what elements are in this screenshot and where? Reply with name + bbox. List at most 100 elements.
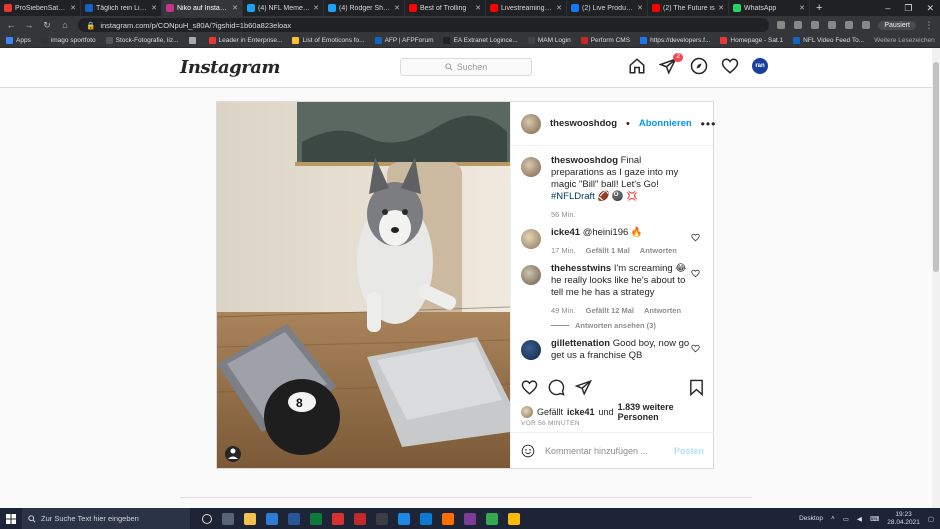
- tab-close-icon[interactable]: ✕: [394, 4, 400, 12]
- start-button[interactable]: [0, 508, 22, 529]
- browser-tab[interactable]: (4) Rodger Sherm ✕: [324, 0, 405, 16]
- tab-close-icon[interactable]: ✕: [475, 4, 481, 12]
- add-comment-input[interactable]: Kommentar hinzufügen ...: [545, 446, 648, 456]
- bookmark-item[interactable]: MAM Login: [527, 37, 571, 44]
- browser-tab[interactable]: (2) Live Producer ✕: [567, 0, 648, 16]
- activity-heart-icon[interactable]: [721, 57, 739, 75]
- chevron-up-icon[interactable]: ˄: [831, 515, 835, 522]
- browser-tab[interactable]: (4) NFL Memes au✕: [243, 0, 324, 16]
- comment-avatar[interactable]: [521, 229, 541, 249]
- bookmark-item[interactable]: Apps: [6, 37, 31, 44]
- comment-avatar[interactable]: [521, 340, 541, 360]
- bookmark-item[interactable]: AFP | AFPForum: [374, 37, 433, 44]
- browser-tab[interactable]: Livestreaming - Y ✕: [486, 0, 567, 16]
- comment-likes[interactable]: Gefällt 12 Mal: [586, 306, 634, 315]
- liker-username[interactable]: icke41: [567, 407, 595, 417]
- comment-username[interactable]: thehesstwins: [551, 263, 611, 274]
- bookmark-item[interactable]: Leader in Enterprise...: [208, 37, 282, 44]
- chrome-canary-icon[interactable]: [508, 512, 520, 525]
- app-icon[interactable]: [420, 512, 432, 525]
- comment-reply-button[interactable]: Antworten: [640, 246, 677, 255]
- bookmark-item[interactable]: NFL Video Feed To...: [793, 37, 864, 44]
- comment-like-heart-icon[interactable]: [691, 233, 700, 242]
- home-icon[interactable]: ⌂: [60, 20, 70, 30]
- tab-close-icon[interactable]: ✕: [718, 4, 724, 12]
- firefox-icon[interactable]: [442, 512, 454, 525]
- minimize-icon[interactable]: –: [885, 3, 890, 13]
- desktop-label[interactable]: Desktop: [799, 515, 823, 522]
- browser-tab[interactable]: Best of Trolling ✕: [405, 0, 486, 16]
- bookmark-item[interactable]: List of Emoticons fo...: [292, 37, 365, 44]
- menu-icon[interactable]: ⋮: [924, 20, 934, 31]
- post-comment-button[interactable]: Posten: [674, 446, 704, 456]
- browser-tab[interactable]: Täglich rein Livestr✕: [81, 0, 162, 16]
- comment-like-heart-icon[interactable]: [691, 344, 700, 353]
- cortana-icon[interactable]: [202, 513, 212, 524]
- comment-reply-button[interactable]: Antworten: [644, 306, 681, 315]
- explore-compass-icon[interactable]: [690, 57, 708, 75]
- tab-close-icon[interactable]: ✕: [556, 4, 562, 12]
- view-replies-button[interactable]: Antworten ansehen (3): [511, 315, 714, 330]
- author-avatar[interactable]: [521, 113, 541, 134]
- bookmark-item[interactable]: [188, 37, 199, 44]
- media-icon[interactable]: [862, 21, 871, 29]
- comment-username[interactable]: gillettenation: [551, 338, 610, 349]
- comment-avatar[interactable]: [521, 265, 541, 285]
- comment-likes[interactable]: Gefällt 1 Mal: [586, 246, 630, 255]
- chrome-icon[interactable]: [486, 512, 498, 525]
- star-icon[interactable]: [811, 21, 820, 29]
- caption-avatar[interactable]: [521, 157, 541, 177]
- tab-close-icon[interactable]: ✕: [637, 4, 643, 12]
- zoom-icon[interactable]: [794, 21, 803, 29]
- bookmark-item[interactable]: Perform CMS: [580, 37, 630, 44]
- direct-messages-button[interactable]: 2: [658, 53, 683, 75]
- bookmark-item[interactable]: imago sportfoto: [40, 37, 96, 44]
- url-field[interactable]: 🔒 instagram.com/p/CONpuH_s80A/?igshid=1b…: [78, 18, 770, 32]
- taskbar-search[interactable]: Zur Suche Text hier eingeben: [22, 508, 190, 529]
- new-tab-icon[interactable]: +: [810, 2, 828, 14]
- post-timestamp[interactable]: VOR 56 MINUTEN: [521, 420, 580, 427]
- post-photo[interactable]: 8: [217, 102, 510, 468]
- forward-icon[interactable]: →: [24, 20, 34, 30]
- back-icon[interactable]: ←: [6, 20, 16, 30]
- clock[interactable]: 19:23 28.04.2021: [887, 511, 920, 527]
- puzzle-icon[interactable]: [845, 21, 854, 29]
- bookmark-item[interactable]: Stock-Fotografie, liz...: [105, 37, 179, 44]
- like-heart-icon[interactable]: [521, 379, 538, 396]
- word-icon[interactable]: [288, 512, 300, 525]
- volume-icon[interactable]: ◀: [857, 515, 862, 523]
- outlook-icon[interactable]: [266, 512, 278, 525]
- reload-icon[interactable]: ↻: [42, 20, 52, 31]
- comment-like-heart-icon[interactable]: [691, 269, 700, 278]
- caption-username[interactable]: theswooshdog: [551, 155, 618, 166]
- bookmark-item[interactable]: EA Extranet Logince...: [443, 37, 518, 44]
- maximize-icon[interactable]: ❐: [904, 3, 912, 14]
- tab-close-icon[interactable]: ✕: [232, 4, 238, 12]
- caption-hashtag[interactable]: #NFLDraft: [551, 191, 595, 202]
- profile-avatar[interactable]: ran: [752, 58, 768, 74]
- edge-icon[interactable]: [398, 512, 410, 525]
- author-username[interactable]: theswooshdog: [550, 118, 617, 129]
- tab-close-icon[interactable]: ✕: [799, 4, 805, 12]
- comment-username[interactable]: icke41: [551, 227, 580, 238]
- search-input[interactable]: Suchen: [400, 58, 532, 76]
- scrollbar-thumb[interactable]: [933, 62, 939, 272]
- bookmark-item[interactable]: https://developers.f...: [640, 37, 710, 44]
- extension-icon[interactable]: [828, 21, 837, 29]
- browser-tab[interactable]: (2) The Future is ✕: [648, 0, 729, 16]
- app-icon[interactable]: [376, 512, 388, 525]
- language-icon[interactable]: ⌨: [870, 515, 879, 523]
- tab-close-icon[interactable]: ✕: [313, 4, 319, 12]
- app-icon[interactable]: [464, 512, 476, 525]
- browser-tab[interactable]: Niko auf Instagram✕: [162, 0, 243, 16]
- browser-tab[interactable]: WhatsApp ✕: [729, 0, 810, 16]
- more-options-icon[interactable]: •••: [701, 117, 717, 131]
- share-plane-icon[interactable]: [575, 379, 592, 396]
- translate-icon[interactable]: [777, 21, 786, 29]
- other-bookmarks[interactable]: Weitere Lesezeichen: [874, 37, 935, 44]
- browser-tab[interactable]: ProSiebenSat.1 Intr✕: [0, 0, 81, 16]
- excel-icon[interactable]: [310, 512, 322, 525]
- tab-close-icon[interactable]: ✕: [151, 4, 157, 12]
- home-nav-icon[interactable]: [628, 57, 646, 75]
- liker-avatar[interactable]: [521, 406, 533, 418]
